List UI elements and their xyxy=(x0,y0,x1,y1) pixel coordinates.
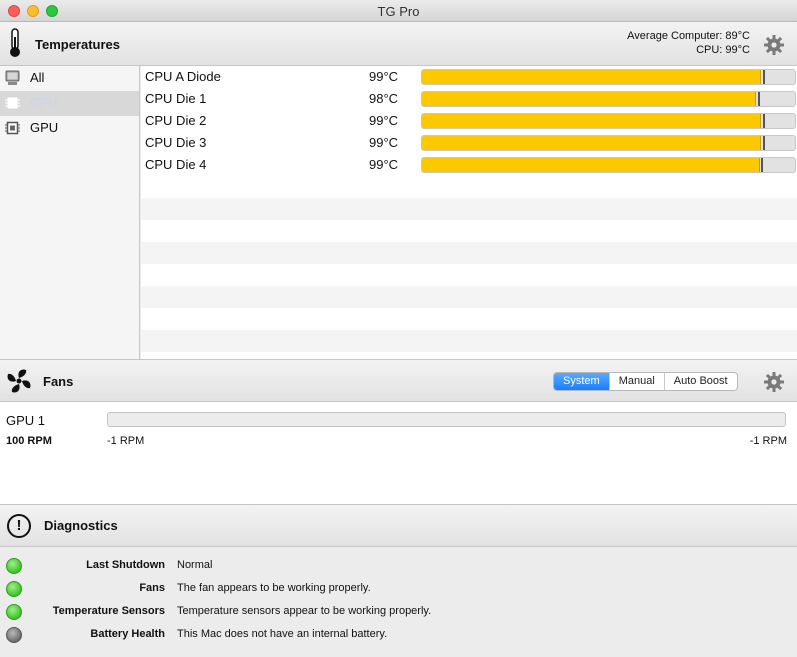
sidebar-item-all[interactable]: All xyxy=(0,66,139,91)
temperature-max-marker xyxy=(763,114,766,128)
temperature-bar-fill xyxy=(422,158,760,172)
temperature-bar xyxy=(421,69,796,85)
sensor-name: CPU Die 4 xyxy=(145,157,207,172)
average-computer-temp: Average Computer: 89°C xyxy=(627,30,750,42)
table-row[interactable]: CPU Die 4 99°C xyxy=(141,154,797,176)
sensor-temp: 99°C xyxy=(369,69,399,84)
temperature-bar xyxy=(421,91,796,107)
temperature-max-marker xyxy=(761,158,764,172)
fans-panel: GPU 1 100 RPM -1 RPM -1 RPM xyxy=(0,402,797,505)
sensor-name: CPU Die 2 xyxy=(145,113,207,128)
fan-current-rpm: -1 RPM xyxy=(107,435,145,447)
empty-row xyxy=(141,286,797,308)
empty-row xyxy=(141,198,797,220)
table-row[interactable]: CPU Die 3 99°C xyxy=(141,132,797,154)
diagnostic-label: Battery Health xyxy=(90,628,165,640)
sensor-table: CPU A Diode 99°C CPU Die 1 98°C CPU Die … xyxy=(141,66,797,359)
status-unavailable-icon xyxy=(6,627,22,643)
gear-icon[interactable] xyxy=(763,34,785,56)
temperature-bar-fill xyxy=(422,70,762,84)
table-row[interactable]: CPU Die 1 98°C xyxy=(141,88,797,110)
gpu-chip-icon xyxy=(5,121,20,135)
temperatures-header: Temperatures Average Computer: 89°C CPU:… xyxy=(0,22,797,66)
fan-mode-auto-boost[interactable]: Auto Boost xyxy=(665,373,737,390)
diagnostic-row: Battery Health This Mac does not have an… xyxy=(0,624,797,646)
diagnostic-value: Temperature sensors appear to be working… xyxy=(177,605,432,617)
temperature-bar-fill xyxy=(422,114,762,128)
average-cpu-temp: CPU: 99°C xyxy=(696,44,750,56)
gear-icon[interactable] xyxy=(763,371,785,393)
empty-row xyxy=(141,242,797,264)
exclamation-circle-icon: ! xyxy=(7,514,31,538)
sensor-temp: 99°C xyxy=(369,157,399,172)
diagnostic-value: The fan appears to be working properly. xyxy=(177,582,371,594)
fans-header: Fans System Manual Auto Boost xyxy=(0,359,797,402)
sidebar-item-label: GPU xyxy=(30,120,59,135)
temperatures-title: Temperatures xyxy=(35,37,121,52)
average-temperature-summary: Average Computer: 89°C CPU: 99°C xyxy=(627,29,750,57)
sidebar-item-cpu[interactable]: CPU xyxy=(0,91,139,116)
empty-row xyxy=(141,330,797,352)
diagnostic-row: Fans The fan appears to be working prope… xyxy=(0,578,797,600)
fan-mode-system[interactable]: System xyxy=(554,373,610,390)
status-ok-icon xyxy=(6,581,22,597)
table-row[interactable]: CPU A Diode 99°C xyxy=(141,66,797,88)
sidebar-item-label: All xyxy=(30,70,45,85)
sensor-name: CPU Die 3 xyxy=(145,135,207,150)
computer-icon xyxy=(5,70,20,85)
fan-min-rpm: 100 RPM xyxy=(6,435,52,447)
status-ok-icon xyxy=(6,558,22,574)
diagnostics-title: Diagnostics xyxy=(44,518,118,533)
status-ok-icon xyxy=(6,604,22,620)
diagnostic-row: Last Shutdown Normal xyxy=(0,555,797,577)
sidebar-item-gpu[interactable]: GPU xyxy=(0,116,139,141)
sensor-name: CPU A Diode xyxy=(145,69,221,84)
table-row[interactable]: CPU Die 2 99°C xyxy=(141,110,797,132)
fan-name: GPU 1 xyxy=(6,413,46,428)
temperature-bar xyxy=(421,135,796,151)
diagnostic-value: This Mac does not have an internal batte… xyxy=(177,628,388,640)
diagnostic-value: Normal xyxy=(177,559,213,571)
window-title: TG Pro xyxy=(377,4,420,19)
sidebar-item-label: CPU xyxy=(30,95,58,110)
temperature-max-marker xyxy=(763,70,766,84)
sensor-temp: 98°C xyxy=(369,91,399,106)
sensor-name: CPU Die 1 xyxy=(145,91,207,106)
fan-icon xyxy=(7,369,31,393)
tg-pro-window: TG Pro Temperatures Average Computer: 89… xyxy=(0,0,797,657)
diagnostics-panel: Last Shutdown Normal Fans The fan appear… xyxy=(0,547,797,657)
diagnostics-header: ! Diagnostics xyxy=(0,505,797,547)
temperature-bar xyxy=(421,113,796,129)
temperature-bar xyxy=(421,157,796,173)
title-bar: TG Pro xyxy=(0,0,797,22)
temperature-max-marker xyxy=(757,92,760,106)
diagnostic-label: Temperature Sensors xyxy=(52,605,165,617)
fans-title: Fans xyxy=(43,374,74,389)
sensor-temp: 99°C xyxy=(369,113,399,128)
diagnostic-label: Last Shutdown xyxy=(86,559,165,571)
fan-speed-bar xyxy=(107,412,786,427)
thermometer-icon xyxy=(10,28,20,57)
cpu-chip-icon xyxy=(5,97,20,109)
temperature-max-marker xyxy=(763,136,766,150)
diagnostic-row: Temperature Sensors Temperature sensors … xyxy=(0,601,797,623)
fan-mode-manual[interactable]: Manual xyxy=(610,373,665,390)
fan-max-rpm: -1 RPM xyxy=(749,435,787,447)
temperature-bar-fill xyxy=(422,92,756,106)
fan-mode-segmented-control: System Manual Auto Boost xyxy=(553,372,738,391)
diagnostic-label: Fans xyxy=(139,582,165,594)
sensor-category-sidebar: All CPU GPU xyxy=(0,66,140,359)
temperature-bar-fill xyxy=(422,136,762,150)
sensor-temp: 99°C xyxy=(369,135,399,150)
